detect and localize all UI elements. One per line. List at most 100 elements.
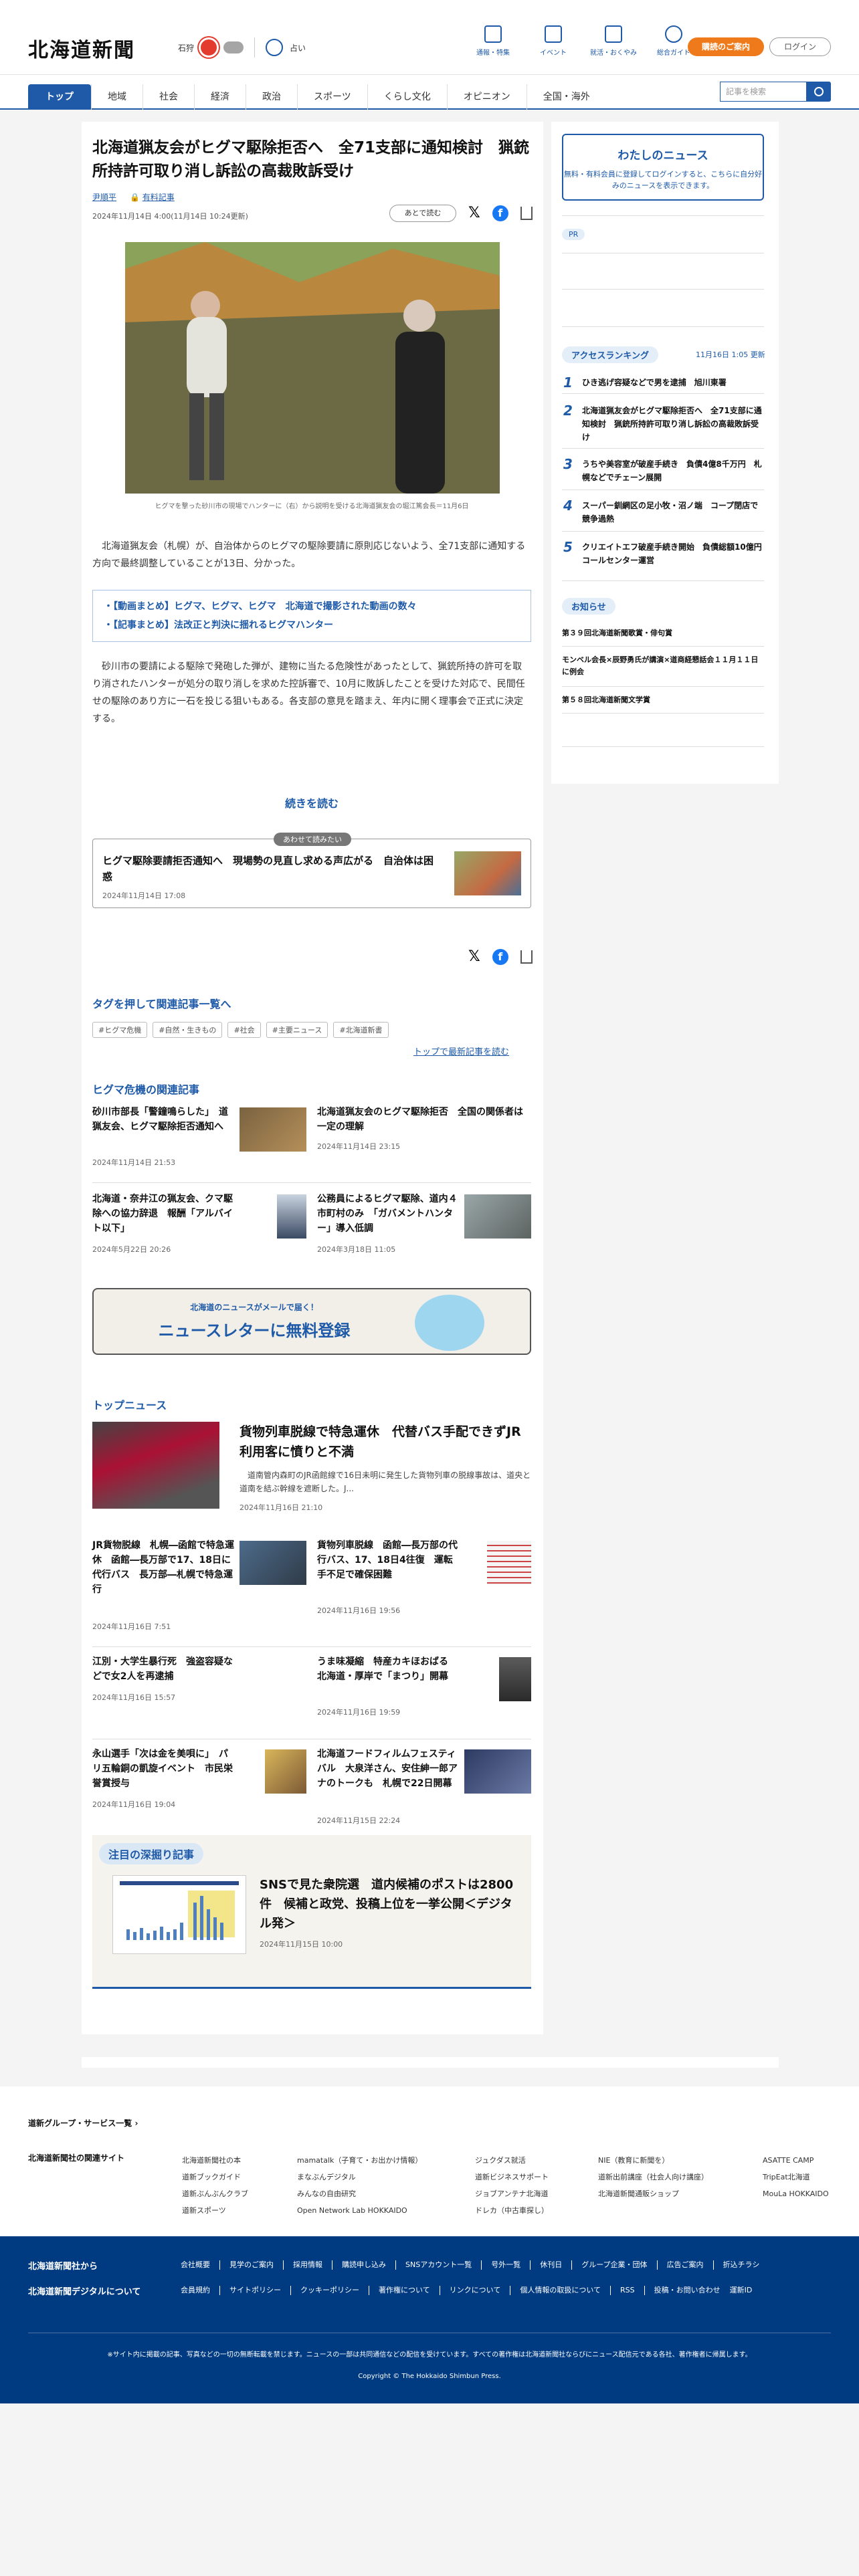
share-icon[interactable] xyxy=(520,206,533,220)
footer-link[interactable]: 会社概要 xyxy=(181,2260,219,2270)
nav-sports[interactable]: スポーツ xyxy=(297,84,367,110)
card-thumbnail xyxy=(240,1541,306,1585)
footer-link[interactable]: グループ企業・団体 xyxy=(571,2260,656,2270)
paid-label[interactable]: 有料記事 xyxy=(142,193,175,202)
also-read-card[interactable]: あわせて読みたい ヒグマ駆除要請拒否通知へ 現場勢の見直し求める声広がる 自治体… xyxy=(92,833,531,908)
search-input[interactable]: 記事を検索 xyxy=(720,82,807,102)
group-services-link[interactable]: 道新グループ・サービス一覧 › xyxy=(28,2117,138,2129)
footer-link[interactable]: 号外一覧 xyxy=(481,2260,530,2270)
footer-link[interactable]: 個人情報の取扱について xyxy=(510,2286,610,2295)
footer-link[interactable]: 北海道新聞通販ショップ xyxy=(598,2185,708,2202)
footer-link[interactable]: ASATTE CAMP xyxy=(763,2152,829,2169)
footer-link[interactable]: 採用情報 xyxy=(283,2260,332,2270)
cloud-icon xyxy=(223,41,244,53)
tag[interactable]: #北海道新書 xyxy=(333,1022,389,1038)
notice-item[interactable]: 第５８回北海道新聞文学賞 xyxy=(562,694,764,706)
related-card[interactable]: 公務員によるヒグマ駆除、道内４市町村のみ 「ガバメントハンター」導入低調 202… xyxy=(317,1192,531,1272)
footer-link[interactable]: ドレカ（中古車探し） xyxy=(475,2202,549,2219)
nav-national[interactable]: 全国・海外 xyxy=(526,84,606,110)
footer-link[interactable]: NIE（教育に新聞を） xyxy=(598,2152,708,2169)
x-share-icon[interactable]: 𝕏 xyxy=(468,205,480,221)
footer-link[interactable]: まなぶんデジタル xyxy=(297,2169,422,2185)
notice-heading[interactable]: お知らせ xyxy=(562,598,615,615)
notice-item[interactable]: モンベル会長×辰野勇氏が講演×道商経懇話会１１月１１日に例会 xyxy=(562,654,764,678)
news-card[interactable]: うま味凝縮 特産カキほおばる 北海道・厚岸で「まつり」開幕 2024年11月16… xyxy=(317,1654,531,1735)
related-link[interactable]: 【動画まとめ】ヒグマ、ヒグマ、ヒグマ 北海道で撮影された動画の数々 xyxy=(104,597,520,616)
footer-link[interactable]: TripEat北海道 xyxy=(763,2169,829,2185)
footer-link[interactable]: みんなの自由研究 xyxy=(297,2185,422,2202)
card-title: 北海道フードフィルムフェスティバル 大泉洋さん、安住紳一郎アナのトークも 札幌で… xyxy=(317,1749,458,1789)
footer-link[interactable]: Open Network Lab HOKKAIDO xyxy=(297,2202,422,2219)
topnav-events[interactable]: イベント xyxy=(527,25,579,57)
footer-link[interactable]: 著作権について xyxy=(369,2286,440,2295)
news-card[interactable]: JR貨物脱線 札幌―函館で特急運休 函館―長万部で17、18日に代行バス 長万部… xyxy=(92,1538,306,1638)
share-bar: 𝕏 f xyxy=(468,205,533,221)
footer-link[interactable]: リンクについて xyxy=(439,2286,510,2295)
footer-link[interactable]: 購読申し込み xyxy=(332,2260,395,2270)
nav-culture[interactable]: くらし文化 xyxy=(367,84,447,110)
related-card[interactable]: 砂川市部長「警鐘鳴らした」 道猟友会、ヒグマ駆除拒否通知へ 2024年11月14… xyxy=(92,1105,306,1185)
author-link[interactable]: 尹順平 xyxy=(92,191,116,203)
my-news-box[interactable]: わたしのニュース 無料・有料会員に登録してログインすると、こちらに自分好みのニュ… xyxy=(562,134,764,201)
read-later-button[interactable]: あとで読む xyxy=(389,205,456,222)
deep-dive-section[interactable]: 注目の深掘り記事 SNSで見た衆院選 道内候補のポストは2800件 候補と政党、… xyxy=(92,1835,531,1989)
x-share-icon[interactable]: 𝕏 xyxy=(468,948,480,965)
nav-opinion[interactable]: オピニオン xyxy=(446,84,527,110)
footer-link[interactable]: ジョブアンテナ北海道 xyxy=(475,2185,549,2202)
site-logo[interactable]: 北海道新聞 xyxy=(28,33,135,63)
footer-link[interactable]: 道新スポーツ xyxy=(182,2202,248,2219)
topnav-report[interactable]: 通報・特集 xyxy=(467,25,519,57)
tag[interactable]: #自然・生きもの xyxy=(153,1022,223,1038)
footer-link[interactable]: サイトポリシー xyxy=(219,2286,290,2295)
footer-link[interactable]: MouLa HOKKAIDO xyxy=(763,2185,829,2202)
nav-politics[interactable]: 政治 xyxy=(246,84,297,110)
footer-link[interactable]: 休刊日 xyxy=(530,2260,571,2270)
news-card[interactable]: 江別・大学生暴行死 強盗容疑などで女2人を再逮捕 2024年11月16日 15:… xyxy=(92,1654,306,1735)
topnav-jobs[interactable]: 就活・おくやみ xyxy=(587,25,640,57)
news-card[interactable]: 永山選手「次は金を美唄に」 パリ五輪銅の凱旋イベント 市民栄誉賞授与 2024年… xyxy=(92,1747,306,1827)
tag[interactable]: #社会 xyxy=(227,1022,261,1038)
footer-link[interactable]: 道新ぶんぶんクラブ xyxy=(182,2185,248,2202)
footer-link[interactable]: SNSアカウント一覧 xyxy=(395,2260,481,2270)
facebook-share-icon[interactable]: f xyxy=(492,948,508,965)
login-button[interactable]: ログイン xyxy=(769,37,831,56)
latest-articles-link[interactable]: トップで最新記事を読む xyxy=(413,1045,509,1057)
read-more-button[interactable]: 続きを読む xyxy=(92,794,531,811)
related-card[interactable]: 北海道・奈井江の猟友会、クマ駆除への協力辞退 報酬「アルバイト以下」 2024年… xyxy=(92,1192,306,1272)
tag[interactable]: #ヒグマ危機 xyxy=(92,1022,148,1038)
share-icon[interactable] xyxy=(520,950,533,964)
footer-link[interactable]: クッキーポリシー xyxy=(290,2286,369,2295)
footer-link[interactable]: 北海道新聞社の本 xyxy=(182,2152,248,2169)
footer-link[interactable]: 広告ご案内 xyxy=(656,2260,713,2270)
footer-link[interactable]: 運新ID xyxy=(730,2286,762,2295)
weather-widget[interactable]: 石狩 占い xyxy=(178,37,306,58)
footer-link[interactable]: 道新ブックガイド xyxy=(182,2169,248,2185)
nav-economy[interactable]: 経済 xyxy=(194,84,246,110)
nav-region[interactable]: 地域 xyxy=(91,84,142,110)
notice-item[interactable]: 第３９回北海道新聞歌賞・俳句賞 xyxy=(562,627,764,639)
footer-link[interactable]: 道新出前講座（社会人向け講座） xyxy=(598,2169,708,2185)
footer-link[interactable]: 投稿・お問い合わせ xyxy=(644,2286,730,2295)
footer-link[interactable]: ジュクダス就活 xyxy=(475,2152,549,2169)
footer-link[interactable]: 折込チラシ xyxy=(712,2260,769,2270)
newsletter-banner[interactable]: 北海道のニュースがメールで届く！ ニュースレターに無料登録 xyxy=(92,1288,531,1355)
nav-top[interactable]: トップ xyxy=(28,84,91,110)
footer-link[interactable]: RSS xyxy=(610,2286,644,2295)
nav-society[interactable]: 社会 xyxy=(142,84,194,110)
search-icon[interactable] xyxy=(807,82,831,102)
news-card[interactable]: 北海道フードフィルムフェスティバル 大泉洋さん、安住紳一郎アナのトークも 札幌で… xyxy=(317,1747,531,1834)
footer-link[interactable]: 会員規約 xyxy=(181,2286,219,2295)
subscribe-button[interactable]: 購読のご案内 xyxy=(688,37,764,56)
footer-link[interactable]: mamatalk（子育て・お出かけ情報） xyxy=(297,2152,422,2169)
ranking-heading[interactable]: アクセスランキング xyxy=(562,346,658,363)
news-card[interactable]: 貨物列車脱線 函館―長万部の代行バス、17、18日4往復 運転手不足で確保困難 … xyxy=(317,1538,531,1638)
related-card[interactable]: 北海道猟友会のヒグマ駆除拒否 全国の関係者は一定の理解 2024年11月14日 … xyxy=(317,1105,531,1185)
top-news-feature[interactable]: 貨物列車脱線で特急運休 代替バス手配できずJR利用客に憤りと不満 道南管内森町の… xyxy=(92,1422,531,1515)
related-link[interactable]: 【記事まとめ】法改正と判決に揺れるヒグマハンター xyxy=(104,616,520,635)
divider xyxy=(562,646,764,647)
footer-link[interactable]: 道新ビジネスサポート xyxy=(475,2169,549,2185)
tag[interactable]: #主要ニュース xyxy=(266,1022,328,1038)
footer-link[interactable]: 見学のご案内 xyxy=(219,2260,283,2270)
facebook-share-icon[interactable]: f xyxy=(492,205,508,221)
top-utility-nav: 通報・特集 イベント 就活・おくやみ 総合ガイド xyxy=(467,25,700,57)
